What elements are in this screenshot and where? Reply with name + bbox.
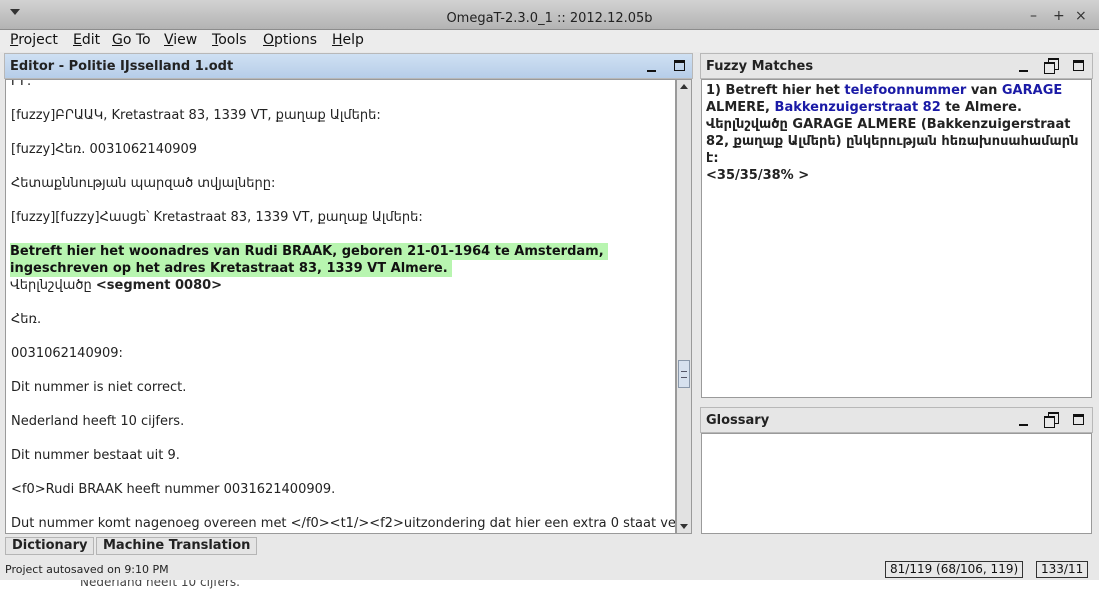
tab-dictionary[interactable]: Dictionary bbox=[5, 537, 95, 555]
segment-line[interactable]: Հետաքննության պարզած տվյալները: bbox=[11, 176, 275, 191]
menu-tools[interactable]: Tools bbox=[212, 32, 247, 48]
title-bar: OmegaT-2.3.0_1 :: 2012.12.05b – + × bbox=[0, 0, 1099, 30]
match-text: van bbox=[970, 83, 998, 98]
match-translation: Վերլնշվածը GARAGE ALMERE (Bakkenzuigerst… bbox=[706, 117, 1071, 132]
fuzzy-header: Fuzzy Matches bbox=[700, 53, 1093, 79]
editor-text-area[interactable]: ՐՒ. [fuzzy]ԲՐԱԱԿ, Kretastraat 83, 1339 V… bbox=[5, 79, 676, 534]
menu-project[interactable]: Project bbox=[10, 32, 58, 48]
scroll-up-icon[interactable] bbox=[680, 84, 688, 89]
match-diff-term: Bakkenzuigerstraat 82 bbox=[774, 100, 941, 115]
menu-goto[interactable]: Go To bbox=[112, 32, 151, 48]
progress-counter: 81/119 (68/106, 119) bbox=[885, 561, 1024, 578]
editor-maximize-icon[interactable] bbox=[674, 60, 685, 71]
tab-machine-translation[interactable]: Machine Translation bbox=[96, 537, 258, 555]
match-score: <35/35/38% > bbox=[706, 168, 810, 183]
menu-edit[interactable]: Edit bbox=[73, 32, 100, 48]
maximize-icon[interactable]: + bbox=[1053, 9, 1065, 23]
segment-line[interactable]: [fuzzy][fuzzy]Հասցե՝ Kretastraat 83, 133… bbox=[11, 210, 423, 225]
match-number: 1) bbox=[706, 83, 721, 98]
match-text: Betreft hier het bbox=[725, 83, 840, 98]
active-target-line[interactable]: Վերլնշվածը <segment 0080> bbox=[10, 277, 608, 294]
active-segment[interactable]: Betreft hier het woonadres van Rudi BRAA… bbox=[10, 243, 608, 294]
match-diff-term: telefoonnummer bbox=[844, 83, 967, 98]
scroll-thumb[interactable] bbox=[678, 360, 690, 388]
match-text: ALMERE, bbox=[706, 100, 770, 115]
fuzzy-title: Fuzzy Matches bbox=[706, 59, 814, 74]
fuzzy-match-panel[interactable]: 1) Betreft hier het telefoonnummer van G… bbox=[701, 79, 1092, 398]
segment-line[interactable]: 0031062140909: bbox=[11, 346, 123, 361]
glossary-header: Glossary bbox=[700, 407, 1093, 433]
menu-bar: Project Edit Go To View Tools Options He… bbox=[0, 30, 1099, 52]
segment-line[interactable]: Dit nummer bestaat uit 9. bbox=[11, 448, 180, 463]
editor-header: Editor - Politie IJsselland 1.odt bbox=[4, 53, 693, 79]
segment-line[interactable]: Nederland heeft 10 cijfers. bbox=[11, 414, 184, 429]
background-text: Nederland heeft 10 cijfers. bbox=[80, 580, 240, 589]
segment-tag: <segment 0080> bbox=[95, 278, 223, 293]
active-source-line: ingeschreven op het adres Kretastraat 83… bbox=[10, 260, 452, 277]
menu-options[interactable]: Options bbox=[263, 32, 317, 48]
segment-line[interactable]: <f0>Rudi BRAAK heeft nummer 003162140090… bbox=[11, 482, 335, 497]
editor-title: Editor - Politie IJsselland 1.odt bbox=[10, 59, 234, 74]
window-title: OmegaT-2.3.0_1 :: 2012.12.05b bbox=[446, 11, 653, 26]
status-message: Project autosaved on 9:10 PM bbox=[5, 563, 169, 576]
glossary-minimize-icon[interactable] bbox=[1017, 413, 1031, 427]
segment-line[interactable]: [fuzzy]Հեռ. 0031062140909 bbox=[11, 142, 197, 157]
fuzzy-minimize-icon[interactable] bbox=[1017, 59, 1031, 73]
segment-line[interactable]: [fuzzy]ԲՐԱԱԿ, Kretastraat 83, 1339 VT, ք… bbox=[11, 108, 381, 123]
glossary-maximize-icon[interactable] bbox=[1073, 414, 1084, 425]
match-translation: 82, քաղաք Ալմերե) ընկերության հեռախոսահա… bbox=[706, 134, 1079, 166]
menu-view[interactable]: View bbox=[164, 32, 197, 48]
segment-line[interactable]: Հեռ. bbox=[11, 312, 41, 327]
segment-line[interactable]: ՐՒ. bbox=[11, 80, 31, 89]
editor-minimize-icon[interactable] bbox=[645, 59, 659, 73]
segment-line[interactable]: Dit nummer is niet correct. bbox=[11, 380, 186, 395]
fuzzy-match-entry[interactable]: 1) Betreft hier het telefoonnummer van G… bbox=[706, 82, 1087, 184]
fuzzy-maximize-icon[interactable] bbox=[1073, 60, 1084, 71]
active-source-line: Betreft hier het woonadres van Rudi BRAA… bbox=[10, 243, 608, 260]
match-text: te Almere. bbox=[945, 100, 1022, 115]
glossary-panel[interactable] bbox=[701, 433, 1092, 534]
background-window-strip: Nederland heeft 10 cijfers. bbox=[0, 580, 1099, 589]
segment-line[interactable]: Dut nummer komt nagenoeg overeen met </f… bbox=[11, 516, 675, 531]
glossary-title: Glossary bbox=[706, 413, 770, 428]
segment-counter: 133/11 bbox=[1036, 561, 1089, 578]
target-text: Վերլնշվածը bbox=[10, 278, 96, 293]
glossary-undock-icon[interactable] bbox=[1044, 412, 1059, 428]
match-diff-term: GARAGE bbox=[1001, 83, 1063, 98]
scroll-down-icon[interactable] bbox=[680, 524, 688, 529]
menu-help[interactable]: Help bbox=[332, 32, 364, 48]
close-icon[interactable]: × bbox=[1075, 9, 1087, 23]
fuzzy-undock-icon[interactable] bbox=[1044, 58, 1059, 74]
minimize-icon[interactable]: – bbox=[1030, 9, 1037, 23]
editor-scrollbar[interactable] bbox=[676, 79, 692, 534]
